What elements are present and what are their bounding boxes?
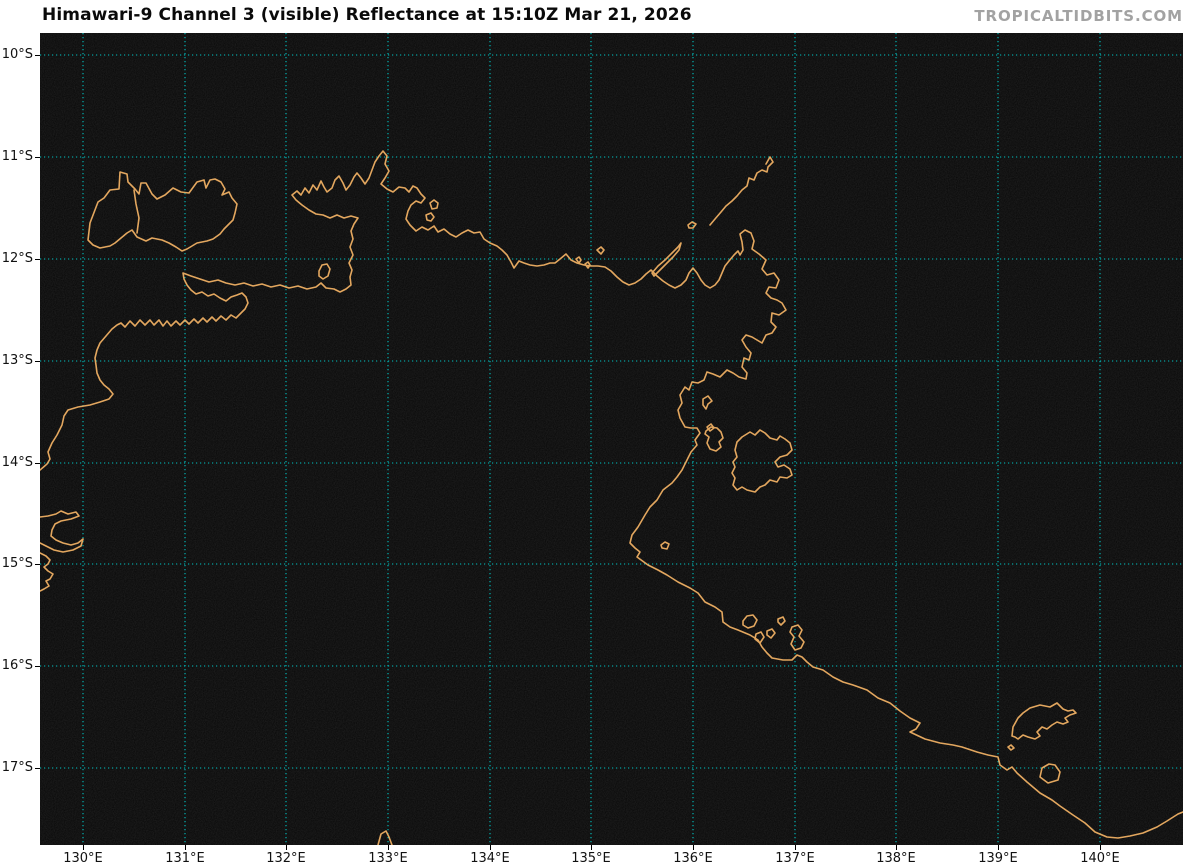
lon-label-134°E: 134°E [458, 851, 522, 866]
lat-label-16°S: 16°S [0, 658, 33, 674]
lon-tickmark-137°E [795, 845, 796, 850]
map-canvas [40, 33, 1183, 845]
lon-tickmark-136°E [693, 845, 694, 850]
lat-tickmark-15°S [35, 564, 40, 565]
lon-tickmark-130°E [83, 845, 84, 850]
lon-label-133°E: 133°E [356, 851, 420, 866]
lon-tickmark-133°E [388, 845, 389, 850]
lat-tickmark-12°S [35, 259, 40, 260]
lon-tickmark-135°E [591, 845, 592, 850]
lon-tickmark-132°E [286, 845, 287, 850]
lat-tickmark-16°S [35, 666, 40, 667]
lon-label-130°E: 130°E [51, 851, 115, 866]
lat-tickmark-10°S [35, 55, 40, 56]
satellite-map [40, 33, 1183, 845]
lat-label-12°S: 12°S [0, 251, 33, 267]
page-title: Himawari-9 Channel 3 (visible) Reflectan… [42, 5, 692, 25]
lat-label-11°S: 11°S [0, 149, 33, 165]
lat-tickmark-17°S [35, 768, 40, 769]
lon-label-138°E: 138°E [864, 851, 928, 866]
lon-label-135°E: 135°E [559, 851, 623, 866]
lat-tickmark-14°S [35, 463, 40, 464]
lat-label-14°S: 14°S [0, 455, 33, 471]
tropicaltidbits-watermark: TROPICALTIDBITS.COM [974, 7, 1183, 25]
lon-label-136°E: 136°E [661, 851, 725, 866]
lon-tickmark-138°E [896, 845, 897, 850]
lon-label-137°E: 137°E [763, 851, 827, 866]
lon-label-140°E: 140°E [1068, 851, 1132, 866]
lon-label-132°E: 132°E [254, 851, 318, 866]
lon-tickmark-134°E [490, 845, 491, 850]
lon-tickmark-131°E [185, 845, 186, 850]
sensor-noise-overlay [40, 33, 1183, 845]
lat-tickmark-11°S [35, 157, 40, 158]
lat-tickmark-13°S [35, 361, 40, 362]
lon-tickmark-139°E [998, 845, 999, 850]
lon-label-139°E: 139°E [966, 851, 1030, 866]
lon-tickmark-140°E [1100, 845, 1101, 850]
lat-label-15°S: 15°S [0, 556, 33, 572]
satellite-image-page: Himawari-9 Channel 3 (visible) Reflectan… [0, 0, 1200, 867]
lat-label-10°S: 10°S [0, 47, 33, 63]
lon-label-131°E: 131°E [153, 851, 217, 866]
lat-label-13°S: 13°S [0, 353, 33, 369]
lat-label-17°S: 17°S [0, 760, 33, 776]
